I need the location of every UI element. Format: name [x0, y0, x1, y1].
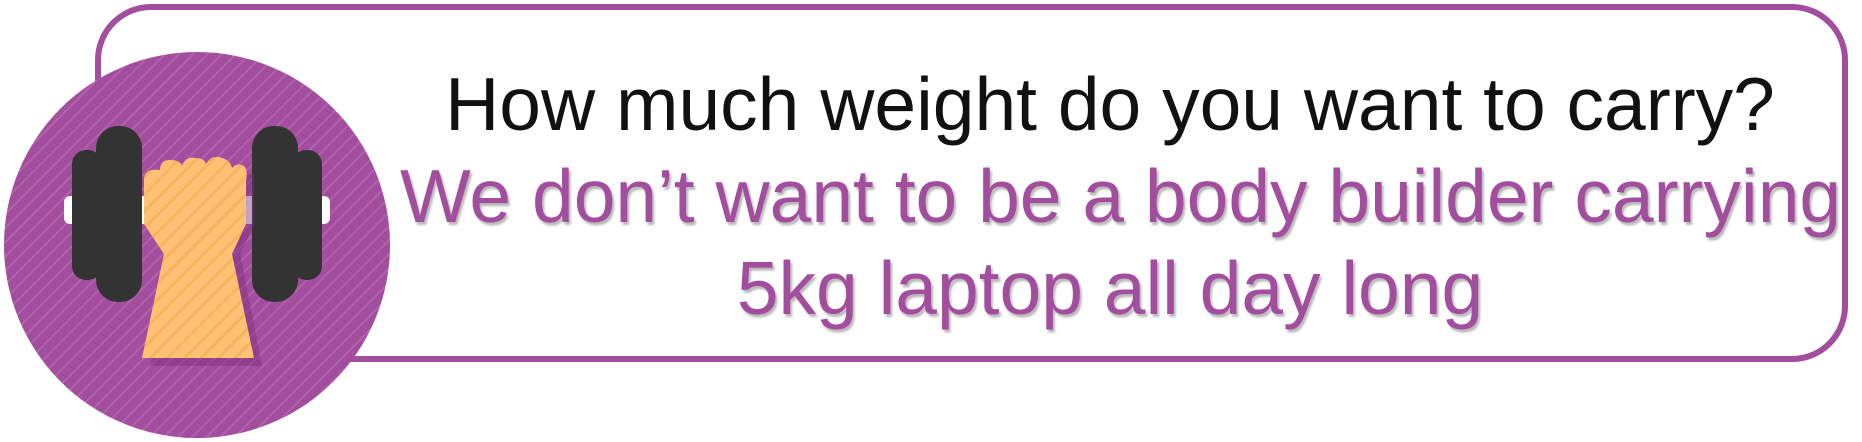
left-inner-weight	[96, 126, 142, 302]
right-outer-weight	[292, 150, 322, 280]
dumbbell-in-hand-icon	[0, 48, 394, 442]
right-inner-weight	[252, 126, 298, 302]
answer-text: We don’t want to be a body builder carry…	[400, 150, 1842, 334]
question-text: How much weight do you want to carry?	[445, 62, 1775, 146]
answer-line-2: 5kg laptop all day long	[736, 246, 1484, 330]
callout-text: How much weight do you want to carry? We…	[400, 58, 1842, 334]
answer-line-1: We don’t want to be a body builder carry…	[400, 154, 1842, 238]
